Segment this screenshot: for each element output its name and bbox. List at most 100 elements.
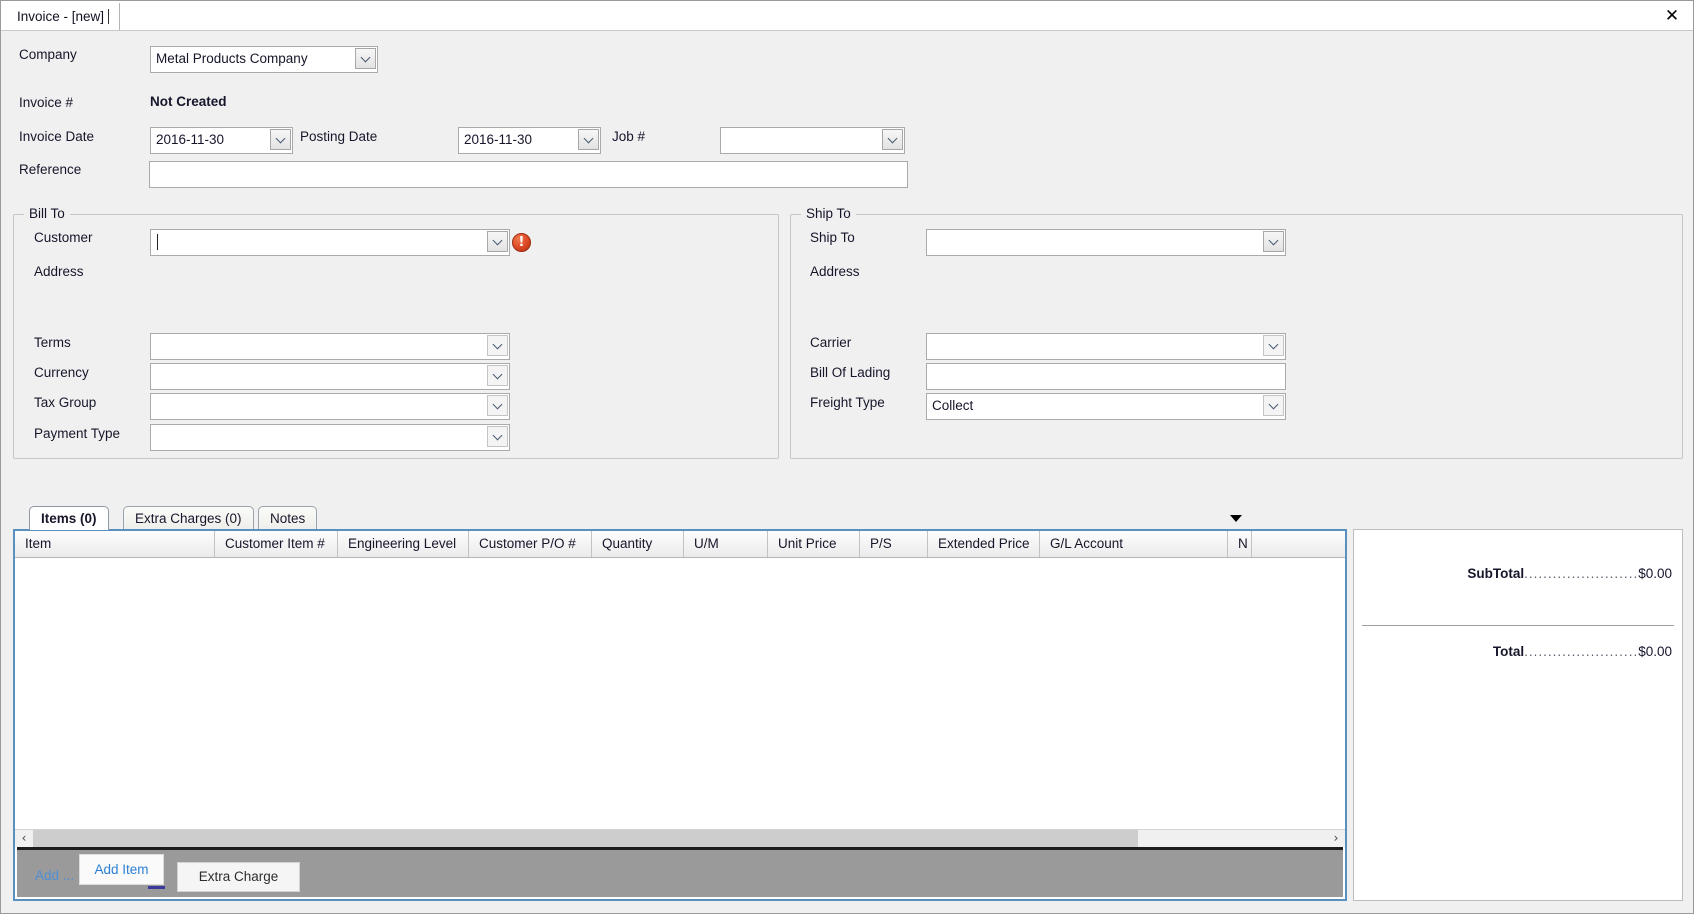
invoice-date-label: Invoice Date — [19, 129, 95, 144]
currency-label: Currency — [34, 365, 89, 380]
currency-combo-arrow[interactable] — [487, 365, 508, 386]
job-number-arrow[interactable] — [882, 129, 903, 150]
column-header[interactable]: P/S — [860, 531, 928, 557]
payment-type-combo-arrow[interactable] — [487, 426, 508, 447]
invoice-date-combo[interactable]: 2016-11-30 — [150, 127, 293, 154]
posting-date-arrow[interactable] — [578, 129, 599, 150]
total-row: Total........................$0.00 — [1354, 644, 1682, 668]
column-header-label: P/S — [870, 536, 892, 551]
freight-type-combo-field[interactable] — [926, 393, 1286, 420]
column-header[interactable]: Quantity — [592, 531, 684, 557]
bill-of-lading-input[interactable] — [926, 363, 1286, 390]
currency-combo-field[interactable] — [150, 363, 510, 390]
freight-type-combo-arrow[interactable] — [1263, 395, 1284, 416]
column-header[interactable]: Engineering Level — [338, 531, 469, 557]
job-number-label: Job # — [612, 129, 646, 144]
error-exclamation-icon — [512, 233, 531, 252]
subtotal-value: $0.00 — [1638, 566, 1672, 581]
ship-to-combo-field[interactable] — [926, 229, 1286, 256]
column-header[interactable]: N — [1228, 531, 1252, 557]
terms-label: Terms — [34, 335, 71, 350]
tax-group-combo-field[interactable] — [150, 393, 510, 420]
chevron-down-icon — [360, 52, 370, 62]
column-header[interactable]: Extended Price — [928, 531, 1040, 557]
column-header[interactable]: U/M — [684, 531, 768, 557]
text-caret — [108, 9, 110, 24]
ship-to-label: Ship To — [810, 230, 855, 245]
subtotal-row: SubTotal........................$0.00 — [1354, 566, 1682, 590]
chevron-down-icon[interactable] — [1227, 509, 1243, 525]
ship-to-combo[interactable] — [926, 229, 1286, 256]
payment-type-combo-field[interactable] — [150, 424, 510, 451]
chevron-down-icon — [492, 399, 502, 409]
column-header[interactable]: Customer Item # — [215, 531, 338, 557]
invoice-date-arrow[interactable] — [270, 129, 291, 150]
scroll-right-arrow-icon[interactable]: › — [1327, 830, 1345, 848]
customer-combo[interactable] — [150, 229, 510, 256]
customer-combo-field[interactable] — [150, 229, 510, 256]
tax-group-combo[interactable] — [150, 393, 510, 420]
carrier-combo-field[interactable] — [926, 333, 1286, 360]
company-combo-value: Metal Products Company — [156, 51, 308, 66]
chevron-down-icon — [583, 133, 593, 143]
scroll-left-arrow-icon[interactable]: ‹ — [15, 830, 33, 848]
tab-notes[interactable]: Notes — [258, 506, 318, 530]
tax-group-combo-arrow[interactable] — [487, 395, 508, 416]
window-titlebar: Invoice - [new] ✕ — [1, 1, 1693, 31]
hscrollbar-thumb[interactable] — [33, 830, 1138, 848]
company-combo-arrow[interactable] — [355, 48, 376, 69]
customer-combo-arrow[interactable] — [487, 231, 508, 252]
document-tab-label: Invoice - [new] — [17, 9, 105, 24]
terms-combo-field[interactable] — [150, 333, 510, 360]
items-grid-hscrollbar[interactable]: ‹ › — [15, 829, 1345, 848]
invoice-window: Invoice - [new] ✕ Company Metal Products… — [0, 0, 1694, 914]
column-header-label: U/M — [694, 536, 719, 551]
reference-input[interactable] — [149, 161, 908, 188]
chevron-down-icon — [492, 369, 502, 379]
close-icon[interactable]: ✕ — [1659, 3, 1685, 29]
extra-charge-button[interactable]: Extra Charge — [177, 862, 300, 892]
chevron-down-icon — [275, 133, 285, 143]
terms-combo[interactable] — [150, 333, 510, 360]
subtotal-dots: ........................ — [1524, 566, 1639, 581]
total-label: Total — [1492, 644, 1525, 659]
document-tab-invoice[interactable]: Invoice - [new] — [9, 3, 121, 30]
posting-date-combo[interactable]: 2016-11-30 — [458, 127, 601, 154]
add-item-button[interactable]: Add Item — [79, 854, 165, 889]
add-link[interactable]: Add ... — [35, 868, 74, 883]
carrier-combo-arrow[interactable] — [1263, 335, 1284, 356]
bill-to-group-label: Bill To — [24, 206, 70, 221]
column-header[interactable]: Unit Price — [768, 531, 860, 557]
reference-label: Reference — [19, 162, 82, 177]
company-combo[interactable]: Metal Products Company — [150, 46, 378, 73]
chevron-down-icon — [492, 430, 502, 440]
column-header-label: Extended Price — [938, 536, 1030, 551]
company-label: Company — [19, 47, 77, 62]
tab-items[interactable]: Items (0) — [29, 506, 109, 530]
carrier-combo[interactable] — [926, 333, 1286, 360]
currency-combo[interactable] — [150, 363, 510, 390]
column-header-label: Item — [25, 536, 52, 551]
invoice-number-label: Invoice # — [19, 95, 74, 110]
payment-type-combo[interactable] — [150, 424, 510, 451]
items-grid-body[interactable] — [15, 558, 1345, 827]
column-header[interactable]: Customer P/O # — [469, 531, 592, 557]
column-header[interactable]: G/L Account — [1040, 531, 1228, 557]
ship-to-group-label: Ship To — [801, 206, 856, 221]
freight-type-label: Freight Type — [810, 395, 885, 410]
job-number-field[interactable] — [720, 127, 905, 154]
terms-combo-arrow[interactable] — [487, 335, 508, 356]
chevron-down-icon — [1268, 235, 1278, 245]
ship-to-address-label: Address — [810, 264, 860, 279]
customer-text-caret — [157, 234, 158, 250]
freight-type-combo[interactable]: Collect — [926, 393, 1286, 420]
column-header[interactable]: Item — [15, 531, 215, 557]
tab-extra-charges[interactable]: Extra Charges (0) — [123, 506, 254, 530]
total-dots: ........................ — [1524, 644, 1639, 659]
posting-date-value: 2016-11-30 — [464, 132, 533, 147]
bill-of-lading-label: Bill Of Lading — [810, 365, 891, 380]
ship-to-combo-arrow[interactable] — [1263, 231, 1284, 252]
job-number-combo[interactable] — [720, 127, 905, 154]
column-header-label: G/L Account — [1050, 536, 1124, 551]
chevron-down-icon — [1268, 399, 1278, 409]
